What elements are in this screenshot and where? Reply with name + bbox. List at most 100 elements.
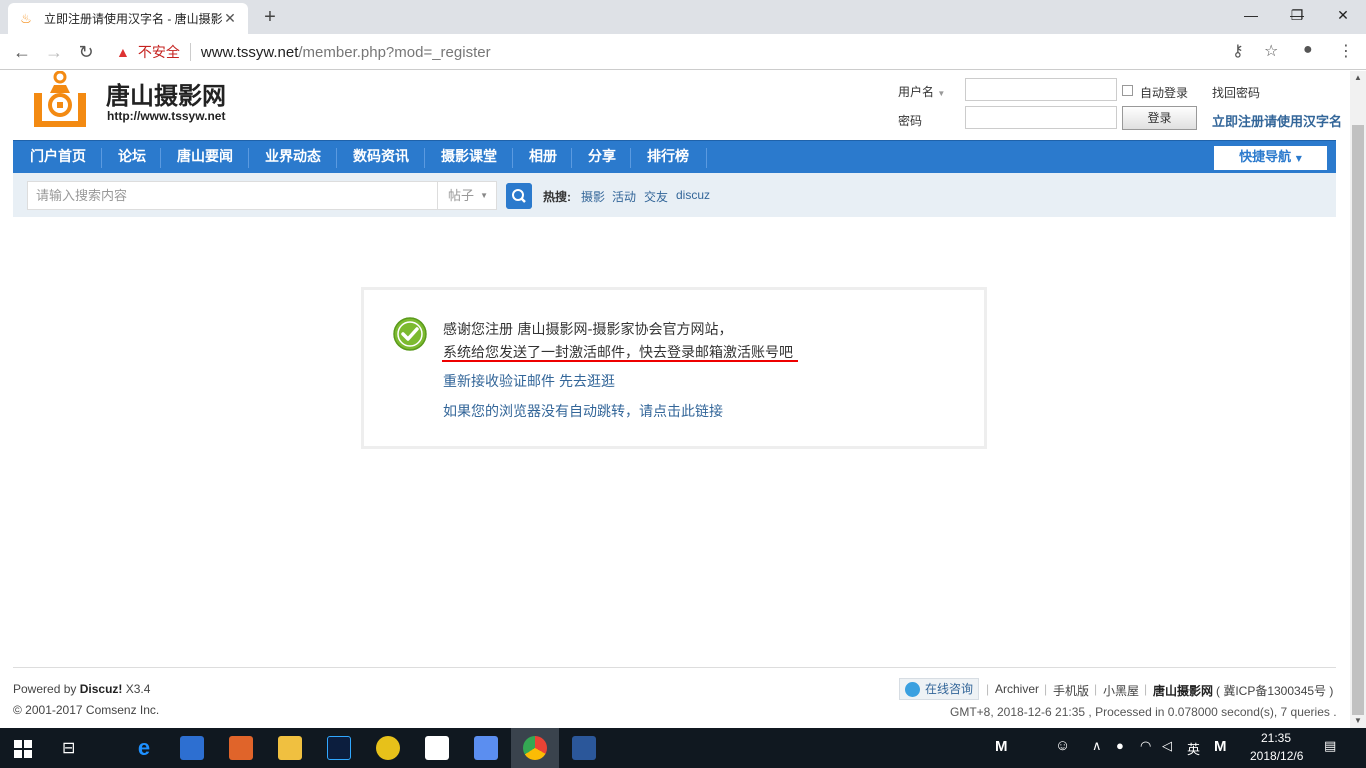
search-type-label: 帖子	[448, 188, 475, 203]
warning-icon: ▲	[116, 44, 130, 60]
register-link[interactable]: 立即注册请使用汉字名	[1212, 111, 1342, 130]
file-explorer-icon[interactable]	[278, 736, 302, 760]
clock-date[interactable]: 2018/12/6	[1250, 749, 1303, 763]
profile-icon[interactable]: ●	[1303, 41, 1313, 59]
footer-site-name[interactable]: 唐山摄影网	[1153, 682, 1213, 699]
browse-link[interactable]: 先去逛逛	[559, 371, 615, 391]
ime-icon[interactable]: M	[995, 738, 1008, 755]
photoshop-icon[interactable]	[327, 736, 351, 760]
username-field[interactable]	[965, 78, 1117, 101]
hot-search-item[interactable]: discuz	[676, 188, 710, 202]
ime-mode-icon[interactable]: M	[1214, 738, 1227, 755]
browser-toolbar: ← → ↻ ▲ 不安全 www.tssyw.net /member.php?mo…	[0, 34, 1366, 70]
online-consult-button[interactable]: 在线咨询	[899, 678, 979, 700]
archiver-link[interactable]: Archiver	[995, 682, 1039, 696]
page-content: 唐山摄影网 http://www.tssyw.net 用户名 ▼ 自动登录 找回…	[0, 71, 1350, 728]
volume-icon[interactable]: ◁	[1162, 738, 1172, 754]
message-line-1: 感谢您注册 唐山摄影网-摄影家协会官方网站，	[443, 322, 733, 338]
task-view-icon[interactable]: ⊟	[62, 738, 75, 758]
app-icon[interactable]	[376, 736, 400, 760]
notification-icon[interactable]: ▤	[1324, 738, 1336, 754]
url-host: www.tssyw.net	[200, 43, 299, 61]
chrome-icon[interactable]	[523, 736, 547, 760]
forward-icon[interactable]: →	[40, 38, 68, 66]
nav-item-news[interactable]: 唐山要闻	[177, 141, 233, 174]
chevron-up-icon[interactable]: ∧	[1092, 738, 1102, 754]
nav-item-forum[interactable]: 论坛	[118, 141, 146, 174]
hot-search-item[interactable]: 摄影	[581, 188, 605, 205]
scroll-down-icon[interactable]: ▼	[1350, 714, 1366, 728]
scroll-thumb[interactable]	[1352, 125, 1364, 715]
word-icon[interactable]	[572, 736, 596, 760]
discuz-link[interactable]: Discuz!	[80, 682, 123, 696]
quick-nav-button[interactable]: 快捷导航 ▼	[1214, 146, 1327, 170]
insecure-label[interactable]: 不安全	[138, 42, 180, 62]
nav-divider	[336, 148, 337, 168]
registration-message-box: 感谢您注册 唐山摄影网-摄影家协会官方网站， 系统给您发送了一封激活邮件，快去登…	[361, 287, 987, 449]
page-scrollbar[interactable]: ▲ ▼	[1350, 71, 1366, 728]
auto-login-checkbox[interactable]	[1122, 85, 1133, 96]
window-close-icon[interactable]: ✕	[1320, 0, 1366, 30]
footer-separator: |	[1044, 682, 1048, 696]
clock-time[interactable]: 21:35	[1261, 731, 1291, 745]
search-type-select[interactable]: 帖子 ▼	[437, 181, 497, 210]
password-field[interactable]	[965, 106, 1117, 129]
username-label[interactable]: 用户名 ▼	[898, 83, 945, 100]
nav-item-classroom[interactable]: 摄影课堂	[441, 141, 497, 174]
windows-start-icon[interactable]	[14, 740, 32, 758]
tray-app-icon[interactable]: ●	[1116, 738, 1124, 753]
bookmark-star-icon[interactable]: ☆	[1264, 41, 1278, 61]
window-restore-icon[interactable]: ❐	[1274, 0, 1320, 30]
window-minimize-icon[interactable]: —	[1228, 0, 1274, 30]
nav-item-album[interactable]: 相册	[529, 141, 557, 174]
key-icon[interactable]: ⚷	[1232, 41, 1244, 61]
browser-tab[interactable]: ♨ 立即注册请使用汉字名 - 唐山摄影 ✕	[8, 3, 248, 34]
blacklist-link[interactable]: 小黑屋	[1103, 682, 1139, 699]
app-icon[interactable]	[474, 736, 498, 760]
nav-item-industry[interactable]: 业界动态	[265, 141, 321, 174]
search-icon[interactable]	[506, 183, 532, 209]
nav-divider	[101, 148, 102, 168]
site-name[interactable]: 唐山摄影网	[106, 76, 226, 111]
powered-by: Powered by Discuz! X3.4	[13, 682, 150, 696]
caret-down-icon: ▼	[480, 191, 488, 200]
caret-down-icon: ▼	[937, 89, 946, 98]
resend-verification-link[interactable]: 重新接收验证邮件	[443, 371, 555, 391]
auto-login-label[interactable]: 自动登录	[1140, 84, 1188, 101]
mail-icon[interactable]	[425, 736, 449, 760]
redirect-link[interactable]: 如果您的浏览器没有自动跳转，请点击此链接	[443, 401, 723, 421]
nav-item-portal[interactable]: 门户首页	[30, 141, 86, 174]
nav-item-share[interactable]: 分享	[588, 141, 616, 174]
powerpoint-icon[interactable]	[229, 736, 253, 760]
new-tab-button[interactable]: +	[258, 5, 282, 29]
nav-item-digital[interactable]: 数码资讯	[353, 141, 409, 174]
edge-browser-icon[interactable]: e	[132, 736, 156, 760]
find-password-link[interactable]: 找回密码	[1212, 84, 1260, 101]
tab-close-icon[interactable]: ✕	[222, 10, 238, 27]
hot-search-item[interactable]: 活动	[612, 188, 636, 205]
wifi-icon[interactable]: ◠	[1140, 738, 1151, 754]
username-label-text: 用户名	[898, 85, 935, 99]
mobile-link[interactable]: 手机版	[1053, 682, 1089, 699]
login-button[interactable]: 登录	[1122, 106, 1197, 130]
language-indicator[interactable]: 英	[1187, 739, 1200, 758]
menu-icon[interactable]: ⋮	[1338, 41, 1354, 61]
nav-divider	[160, 148, 161, 168]
address-bar[interactable]: ▲ 不安全 www.tssyw.net /member.php?mod=_reg…	[106, 38, 1286, 66]
icp-link[interactable]: ( 冀ICP备1300345号 )	[1216, 682, 1333, 699]
footer-divider	[13, 667, 1336, 668]
back-icon[interactable]: ←	[8, 38, 36, 66]
nav-item-ranking[interactable]: 排行榜	[647, 141, 689, 174]
site-favicon-icon: ♨	[20, 10, 32, 26]
search-input[interactable]: 请输入搜索内容	[27, 181, 437, 210]
hot-search-item[interactable]: 交友	[644, 188, 668, 205]
store-icon[interactable]	[180, 736, 204, 760]
site-logo-icon[interactable]	[30, 71, 90, 129]
nav-divider	[630, 148, 631, 168]
scroll-up-icon[interactable]: ▲	[1350, 71, 1366, 85]
footer-separator: |	[1094, 682, 1098, 696]
message-line-2: 系统给您发送了一封激活邮件，快去登录邮箱激活账号吧	[443, 345, 793, 361]
people-icon[interactable]: ☺	[1055, 737, 1070, 754]
hot-search-label: 热搜:	[543, 190, 571, 204]
reload-icon[interactable]: ↻	[72, 38, 100, 66]
